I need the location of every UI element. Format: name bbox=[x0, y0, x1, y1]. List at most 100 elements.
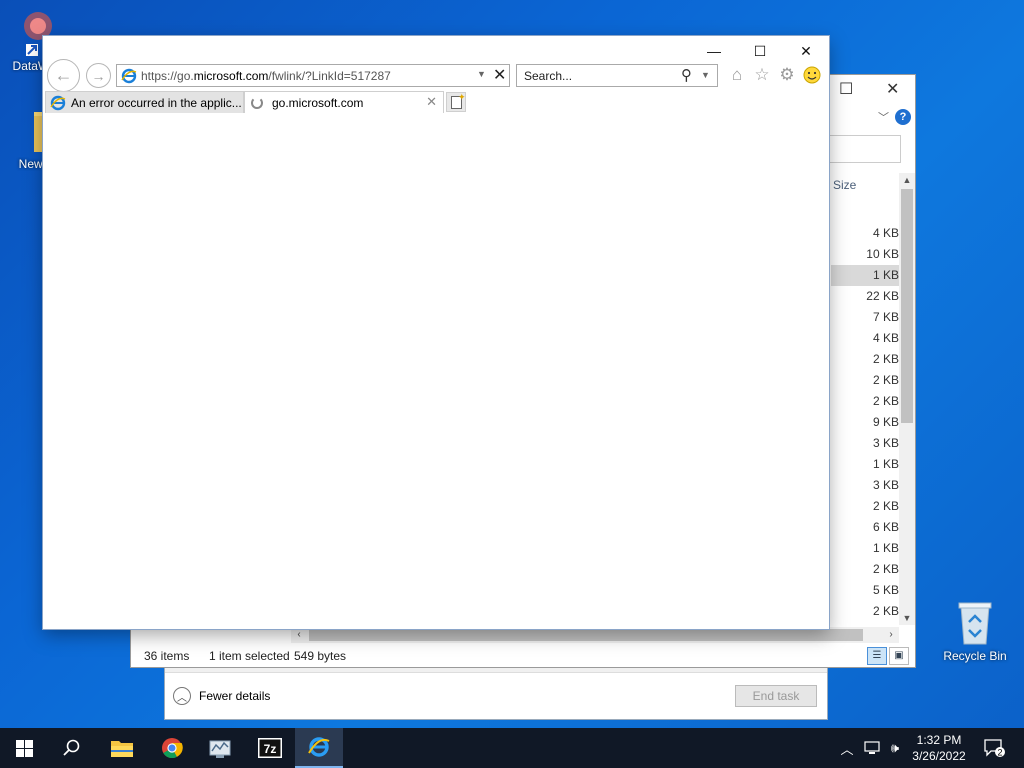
scroll-down-icon[interactable]: ▼ bbox=[899, 611, 915, 625]
ie-page-icon bbox=[50, 95, 66, 110]
clock-date: 3/26/2022 bbox=[912, 749, 966, 763]
file-size-cell[interactable]: 9 KB bbox=[831, 412, 901, 433]
maximize-icon[interactable]: ☐ bbox=[737, 36, 783, 66]
file-size-cell[interactable]: 2 KB bbox=[831, 559, 901, 580]
taskbar: 7z ︿ 🕪 1:32 PM 3/26/2022 2 bbox=[0, 728, 1024, 768]
file-size-cell[interactable]: 1 KB bbox=[831, 454, 901, 475]
file-size-cell[interactable]: 2 KB bbox=[831, 601, 901, 622]
size-column-header[interactable]: Size bbox=[833, 178, 856, 192]
file-size-cell[interactable]: 22 KB bbox=[831, 286, 901, 307]
taskbar-chrome[interactable] bbox=[148, 728, 196, 768]
search-placeholder: Search... bbox=[524, 69, 573, 83]
address-bar[interactable]: https://go.microsoft.com/fwlink/?LinkId=… bbox=[116, 64, 510, 87]
tab-strip: An error occurred in the applic... go.mi… bbox=[43, 91, 829, 113]
scroll-right-icon[interactable]: › bbox=[883, 627, 899, 643]
fewer-details-button[interactable]: ︿ Fewer details bbox=[173, 687, 270, 705]
task-manager-window: ︿ Fewer details End task bbox=[164, 664, 828, 720]
sparkle-icon: ✦ bbox=[458, 92, 466, 102]
file-size-cell[interactable]: 3 KB bbox=[831, 433, 901, 454]
svg-text:7z: 7z bbox=[264, 742, 277, 756]
file-size-cell[interactable]: 1 KB bbox=[831, 538, 901, 559]
file-size-cell[interactable]: 4 KB bbox=[831, 328, 901, 349]
start-button[interactable] bbox=[0, 728, 48, 768]
loading-spinner-icon bbox=[251, 96, 263, 109]
file-size-cell[interactable]: 3 KB bbox=[831, 475, 901, 496]
tab-label: go.microsoft.com bbox=[272, 95, 364, 110]
end-task-button[interactable]: End task bbox=[735, 685, 817, 707]
recycle-bin-icon bbox=[958, 602, 992, 645]
stop-loading-icon[interactable]: ✕ bbox=[493, 65, 506, 85]
file-size-cell[interactable]: 2 KB bbox=[831, 496, 901, 517]
vertical-scrollbar[interactable]: ▲ ▼ bbox=[899, 173, 915, 625]
scroll-up-icon[interactable]: ▲ bbox=[899, 173, 915, 187]
search-box[interactable]: Search... ⚲ ▼ bbox=[516, 64, 718, 87]
fewer-details-label: Fewer details bbox=[199, 689, 271, 703]
back-button[interactable]: ← bbox=[47, 59, 80, 92]
internet-explorer-icon bbox=[308, 737, 330, 757]
forward-button[interactable]: → bbox=[86, 63, 111, 88]
status-bar: 36 items 1 item selected 549 bytes bbox=[131, 645, 915, 667]
horizontal-scrollbar[interactable]: ‹ › bbox=[291, 627, 899, 643]
search-icon[interactable]: ⚲ bbox=[681, 66, 692, 84]
taskbar-clock[interactable]: 1:32 PM 3/26/2022 bbox=[904, 732, 974, 764]
chrome-icon bbox=[162, 738, 183, 759]
show-hidden-icons-button[interactable]: ︿ bbox=[836, 728, 858, 768]
selection-count: 1 item selected bbox=[209, 649, 290, 663]
file-size-cell[interactable]: 2 KB bbox=[831, 370, 901, 391]
file-size-cell[interactable]: 5 KB bbox=[831, 580, 901, 601]
scroll-left-icon[interactable]: ‹ bbox=[291, 627, 307, 643]
taskbar-file-explorer[interactable] bbox=[98, 728, 146, 768]
selection-size: 549 bytes bbox=[294, 649, 347, 663]
network-app-icon bbox=[209, 740, 231, 758]
close-tab-icon[interactable]: ✕ bbox=[426, 94, 437, 110]
taskbar-network-app[interactable] bbox=[196, 728, 244, 768]
action-center-button[interactable]: 2 bbox=[978, 728, 1012, 768]
notification-count: 2 bbox=[997, 748, 1002, 758]
recycle-bin-label: Recycle Bin bbox=[943, 649, 1007, 663]
address-url: https://go.microsoft.com/fwlink/?LinkId=… bbox=[141, 69, 391, 83]
view-toggle: ☰ ▣ bbox=[867, 647, 909, 665]
taskbar-7zip[interactable]: 7z bbox=[246, 728, 294, 768]
tab-error-page[interactable]: An error occurred in the applic... bbox=[45, 91, 244, 113]
search-dropdown-icon[interactable]: ▼ bbox=[701, 70, 710, 80]
file-size-cell[interactable]: 2 KB bbox=[831, 349, 901, 370]
file-size-column: 4 KB 10 KB 1 KB 22 KB 7 KB 4 KB 2 KB 2 KB 2 KB 9 … bbox=[831, 223, 901, 622]
new-tab-button[interactable]: ✦ bbox=[446, 92, 466, 112]
volume-tray-icon[interactable]: 🕪 bbox=[884, 728, 906, 768]
smiley-glyph bbox=[803, 66, 821, 84]
maximize-icon[interactable]: ☐ bbox=[839, 79, 853, 99]
network-icon bbox=[864, 741, 880, 754]
large-icons-view-icon[interactable]: ▣ bbox=[889, 647, 909, 665]
file-size-cell[interactable]: 4 KB bbox=[831, 223, 901, 244]
tab-active[interactable]: go.microsoft.com ✕ bbox=[244, 91, 444, 113]
file-size-cell[interactable]: 2 KB bbox=[831, 391, 901, 412]
details-view-icon[interactable]: ☰ bbox=[867, 647, 887, 665]
help-icon[interactable]: ? bbox=[895, 109, 911, 125]
notifications-icon: 2 bbox=[984, 739, 1005, 758]
home-icon[interactable]: ⌂ bbox=[727, 64, 747, 86]
file-size-cell[interactable]: 7 KB bbox=[831, 307, 901, 328]
internet-explorer-window: — ☐ ✕ ← → https://go.microsoft.com/fwlin… bbox=[43, 36, 829, 629]
network-tray-icon[interactable] bbox=[860, 728, 884, 768]
close-icon[interactable]: ✕ bbox=[886, 79, 899, 99]
scrollbar-thumb[interactable] bbox=[901, 189, 913, 423]
file-size-cell[interactable]: 1 KB bbox=[831, 265, 901, 286]
scrollbar-thumb[interactable] bbox=[309, 629, 863, 641]
page-content-area[interactable] bbox=[43, 113, 829, 629]
chevron-down-icon[interactable]: ﹀ bbox=[878, 109, 889, 125]
feedback-smiley-icon[interactable] bbox=[802, 64, 822, 86]
desktop-icon-recycle-bin[interactable]: Recycle Bin bbox=[940, 600, 1010, 663]
address-dropdown-icon[interactable]: ▼ bbox=[477, 69, 486, 79]
file-size-cell[interactable]: 10 KB bbox=[831, 244, 901, 265]
file-size-cell[interactable]: 6 KB bbox=[831, 517, 901, 538]
arrow-left-icon: ← bbox=[54, 65, 73, 85]
taskbar-search-button[interactable] bbox=[48, 728, 96, 768]
ie-page-icon bbox=[121, 68, 137, 84]
minimize-icon[interactable]: — bbox=[691, 36, 737, 66]
favorites-star-icon[interactable]: ☆ bbox=[752, 64, 772, 86]
tools-gear-icon[interactable]: ⚙ bbox=[777, 64, 797, 86]
taskbar-internet-explorer[interactable] bbox=[295, 728, 343, 768]
tab-label: An error occurred in the applic... bbox=[71, 95, 242, 110]
close-icon[interactable]: ✕ bbox=[783, 36, 829, 66]
folder-icon bbox=[111, 741, 133, 757]
